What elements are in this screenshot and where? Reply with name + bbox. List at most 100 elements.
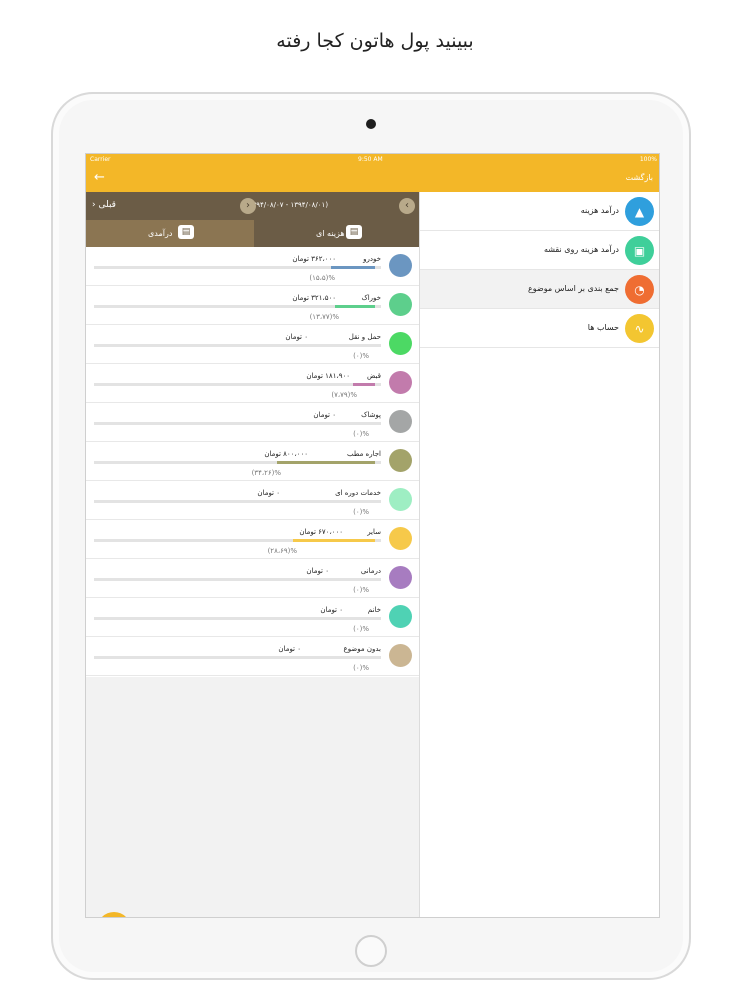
camera-lens (366, 119, 376, 129)
category-name: بدون موضوع (343, 645, 381, 653)
category-name: سایر (367, 528, 381, 536)
chevron-left-small-icon: ‹ (92, 200, 96, 210)
tab-income[interactable]: درآمدی ▤ (86, 220, 253, 247)
previous-button[interactable]: قبلی ‹ (92, 200, 116, 210)
category-color-dot (389, 293, 412, 316)
sidebar-item[interactable]: ▣ درآمد هزینه روی نقشه (420, 231, 659, 270)
category-row[interactable]: خانم ۰ تومان (۰)% (86, 598, 421, 637)
share-bar-track (94, 305, 381, 308)
category-color-dot (389, 488, 412, 511)
sidebar-item-label: درآمد هزینه روی نقشه (543, 245, 619, 254)
line-chart-icon: ∿ (625, 314, 654, 343)
carrier-label: Carrier (90, 156, 111, 163)
wallet-icon: ▤ (178, 225, 194, 239)
page-headline: ببینید پول هاتون کجا رفته (276, 30, 474, 52)
category-row[interactable]: حمل و نقل ۰ تومان (۰)% (86, 325, 421, 364)
home-button[interactable] (355, 935, 387, 967)
category-amount: ۰ تومان (306, 567, 329, 575)
nav-bar: ← بازگشت (86, 166, 659, 192)
category-percent: (۷،۷۹)% (331, 391, 357, 399)
category-color-dot (389, 254, 412, 277)
status-bar: Carrier 9:50 AM 100% (86, 154, 659, 166)
category-amount: ۳۶۲،۰۰۰ تومان (292, 255, 336, 263)
clock: 9:50 AM (358, 156, 383, 163)
app-screen: Carrier 9:50 AM 100% ← بازگشت ‹ (۱۳۹۴/۰۸… (85, 153, 660, 918)
category-amount: ۸۰۰،۰۰۰ تومان (264, 450, 308, 458)
area-chart-icon: ▲ (625, 197, 654, 226)
category-name: خوراک (361, 294, 381, 302)
category-row[interactable]: خدمات دوره ای ۰ تومان (۰)% (86, 481, 421, 520)
category-amount: ۰ تومان (278, 645, 301, 653)
sidebar-item[interactable]: ◔ جمع بندی بر اساس موضوع (420, 270, 659, 309)
share-bar-fill (335, 305, 375, 308)
category-row[interactable]: سایر ۶۷۰،۰۰۰ تومان (۲۸،۶۹)% (86, 520, 421, 559)
tab-expense-label: هزینه ای (316, 229, 345, 238)
category-row[interactable]: پوشاک ۰ تومان (۰)% (86, 403, 421, 442)
category-percent: (۲۸،۶۹)% (267, 547, 297, 555)
category-list: خودرو ۳۶۲،۰۰۰ تومان (۱۵،۵)% خوراک ۳۲۱،۵۰۰ تو… (86, 247, 421, 677)
date-range: (۱۳۹۴/۰۸/۰۱ - ۱۳۹۴/۰۸/۰۷) (246, 201, 329, 209)
category-percent: (۳۴،۲۶)% (251, 469, 281, 477)
tab-income-label: درآمدی (148, 229, 173, 238)
sidebar-item-label: درآمد هزینه (580, 206, 619, 215)
share-bar-track (94, 656, 381, 659)
previous-label: قبلی (98, 200, 116, 210)
category-name: قبض (366, 372, 381, 380)
category-name: خانم (367, 606, 381, 614)
pie-chart-icon: ◔ (625, 275, 654, 304)
category-name: خودرو (363, 255, 381, 263)
category-row[interactable]: خوراک ۳۲۱،۵۰۰ تومان (۱۳،۷۷)% (86, 286, 421, 325)
share-bar-track (94, 461, 381, 464)
share-bar-track (94, 500, 381, 503)
summary-panel: ‹ (۱۳۹۴/۰۸/۰۱ - ۱۳۹۴/۰۸/۰۷) › قبلی ‹ درآ… (86, 192, 421, 917)
share-bar-track (94, 617, 381, 620)
category-percent: (۱۵،۵)% (309, 274, 335, 282)
category-color-dot (389, 605, 412, 628)
share-bar-fill (293, 539, 375, 542)
category-name: پوشاک (361, 411, 381, 419)
share-bar-track (94, 422, 381, 425)
category-name: حمل و نقل (348, 333, 381, 341)
category-name: درمانی (360, 567, 381, 575)
category-amount: ۰ تومان (257, 489, 280, 497)
chevron-left-icon[interactable]: ‹ (399, 198, 415, 214)
arrow-left-icon[interactable]: ← (94, 171, 105, 185)
category-name: اجاره مطب (346, 450, 381, 458)
category-row[interactable]: اجاره مطب ۸۰۰،۰۰۰ تومان (۳۴،۲۶)% (86, 442, 421, 481)
category-percent: (۰)% (353, 664, 369, 672)
type-tabs: درآمدی ▤ هزینه ای ▤ (86, 220, 421, 247)
share-bar-fill (277, 461, 375, 464)
category-percent: (۰)% (353, 508, 369, 516)
category-row[interactable]: قبض ۱۸۱،۹۰۰ تومان (۷،۷۹)% (86, 364, 421, 403)
back-link[interactable]: بازگشت (626, 173, 653, 182)
category-color-dot (389, 371, 412, 394)
tab-expense[interactable]: هزینه ای ▤ (254, 220, 421, 247)
category-row[interactable]: بدون موضوع ۰ تومان (۰)% (86, 637, 421, 676)
share-bar-track (94, 578, 381, 581)
share-bar-fill (331, 266, 375, 269)
category-color-dot (389, 644, 412, 667)
share-bar-track (94, 344, 381, 347)
category-row[interactable]: درمانی ۰ تومان (۰)% (86, 559, 421, 598)
category-color-dot (389, 449, 412, 472)
category-amount: ۰ تومان (313, 411, 336, 419)
category-amount: ۱۸۱،۹۰۰ تومان (306, 372, 350, 380)
share-bar-track (94, 383, 381, 386)
pie-chart-fab[interactable]: ◔ (97, 912, 131, 917)
category-amount: ۳۲۱،۵۰۰ تومان (292, 294, 336, 302)
chevron-right-icon[interactable]: › (240, 198, 256, 214)
category-amount: ۰ تومان (320, 606, 343, 614)
sidebar-item[interactable]: ▲ درآمد هزینه (420, 192, 659, 231)
category-row[interactable]: خودرو ۳۶۲،۰۰۰ تومان (۱۵،۵)% (86, 247, 421, 286)
category-percent: (۰)% (353, 625, 369, 633)
category-percent: (۰)% (353, 352, 369, 360)
category-color-dot (389, 527, 412, 550)
category-name: خدمات دوره ای (335, 489, 381, 497)
battery-label: 100% (639, 156, 657, 163)
category-percent: (۱۳،۷۷)% (309, 313, 339, 321)
category-amount: ۶۷۰،۰۰۰ تومان (299, 528, 343, 536)
category-percent: (۰)% (353, 586, 369, 594)
category-color-dot (389, 410, 412, 433)
sidebar-item[interactable]: ∿ حساب ها (420, 309, 659, 348)
share-bar-track (94, 539, 381, 542)
